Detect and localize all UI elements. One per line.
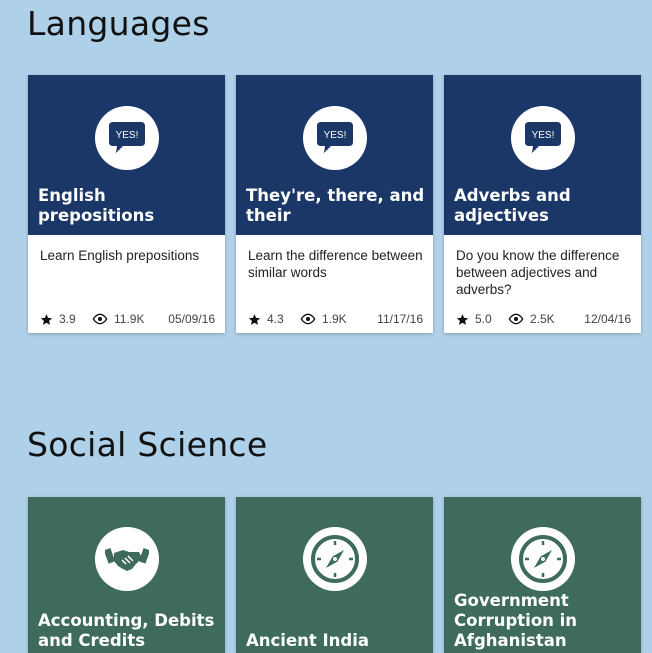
views: 1.9K	[300, 312, 370, 326]
card-meta: 5.0 2.5K 12/04/16	[456, 312, 631, 326]
card-header: YES! English prepositions	[28, 75, 225, 235]
rating-value: 4.3	[267, 312, 284, 326]
card-header: Government Corruption in Afghanistan	[444, 497, 641, 653]
card-date: 12/04/16	[584, 312, 631, 326]
card-meta: 4.3 1.9K 11/17/16	[248, 312, 423, 326]
card-title: They're, there, and their	[246, 186, 425, 225]
rating: 5.0	[456, 312, 508, 326]
eye-icon	[92, 313, 108, 325]
yes-speech-bubble-icon: YES!	[303, 106, 367, 170]
rating: 4.3	[248, 312, 300, 326]
svg-text:YES!: YES!	[116, 130, 139, 141]
course-card-government-corruption[interactable]: Government Corruption in Afghanistan	[444, 497, 641, 653]
views-count: 2.5K	[530, 312, 555, 326]
card-title: English prepositions	[38, 186, 155, 225]
card-title: Adverbs and adjectives	[454, 186, 571, 225]
card-header: YES! They're, there, and their	[236, 75, 433, 235]
star-icon	[456, 313, 469, 325]
card-date: 05/09/16	[168, 312, 215, 326]
course-card-accounting[interactable]: Accounting, Debits and Credits	[28, 497, 225, 653]
yes-speech-bubble-icon: YES!	[511, 106, 575, 170]
card-meta: 3.9 11.9K 05/09/16	[40, 312, 215, 326]
compass-icon	[303, 527, 367, 591]
eye-icon	[300, 313, 316, 325]
rating: 3.9	[40, 312, 92, 326]
card-title: Accounting, Debits and Credits	[38, 611, 215, 650]
section-title-social-science: Social Science	[27, 425, 268, 464]
card-title: Government Corruption in Afghanistan	[454, 591, 578, 650]
handshake-icon	[95, 527, 159, 591]
yes-speech-bubble-icon: YES!	[95, 106, 159, 170]
svg-text:YES!: YES!	[532, 130, 555, 141]
card-header: Ancient India	[236, 497, 433, 653]
views: 11.9K	[92, 312, 162, 326]
views-count: 1.9K	[322, 312, 347, 326]
card-title: Ancient India	[246, 631, 370, 650]
eye-icon	[508, 313, 524, 325]
section-title-languages: Languages	[27, 4, 210, 43]
card-header: YES! Adverbs and adjectives	[444, 75, 641, 235]
card-description: Learn English prepositions	[40, 248, 200, 263]
course-card-theyre-there-their[interactable]: YES! They're, there, and their Learn the…	[236, 75, 433, 333]
compass-icon	[511, 527, 575, 591]
card-header: Accounting, Debits and Credits	[28, 497, 225, 653]
star-icon	[40, 313, 53, 325]
views: 2.5K	[508, 312, 578, 326]
views-count: 11.9K	[114, 312, 145, 326]
card-description: Learn the difference between similar wor…	[248, 248, 423, 280]
rating-value: 5.0	[475, 312, 492, 326]
course-card-ancient-india[interactable]: Ancient India	[236, 497, 433, 653]
svg-text:YES!: YES!	[324, 130, 347, 141]
star-icon	[248, 313, 261, 325]
course-card-adverbs-adjectives[interactable]: YES! Adverbs and adjectives Do you know …	[444, 75, 641, 333]
rating-value: 3.9	[59, 312, 76, 326]
card-description: Do you know the difference between adjec…	[456, 248, 620, 297]
course-card-english-prepositions[interactable]: YES! English prepositions Learn English …	[28, 75, 225, 333]
card-date: 11/17/16	[377, 312, 423, 326]
